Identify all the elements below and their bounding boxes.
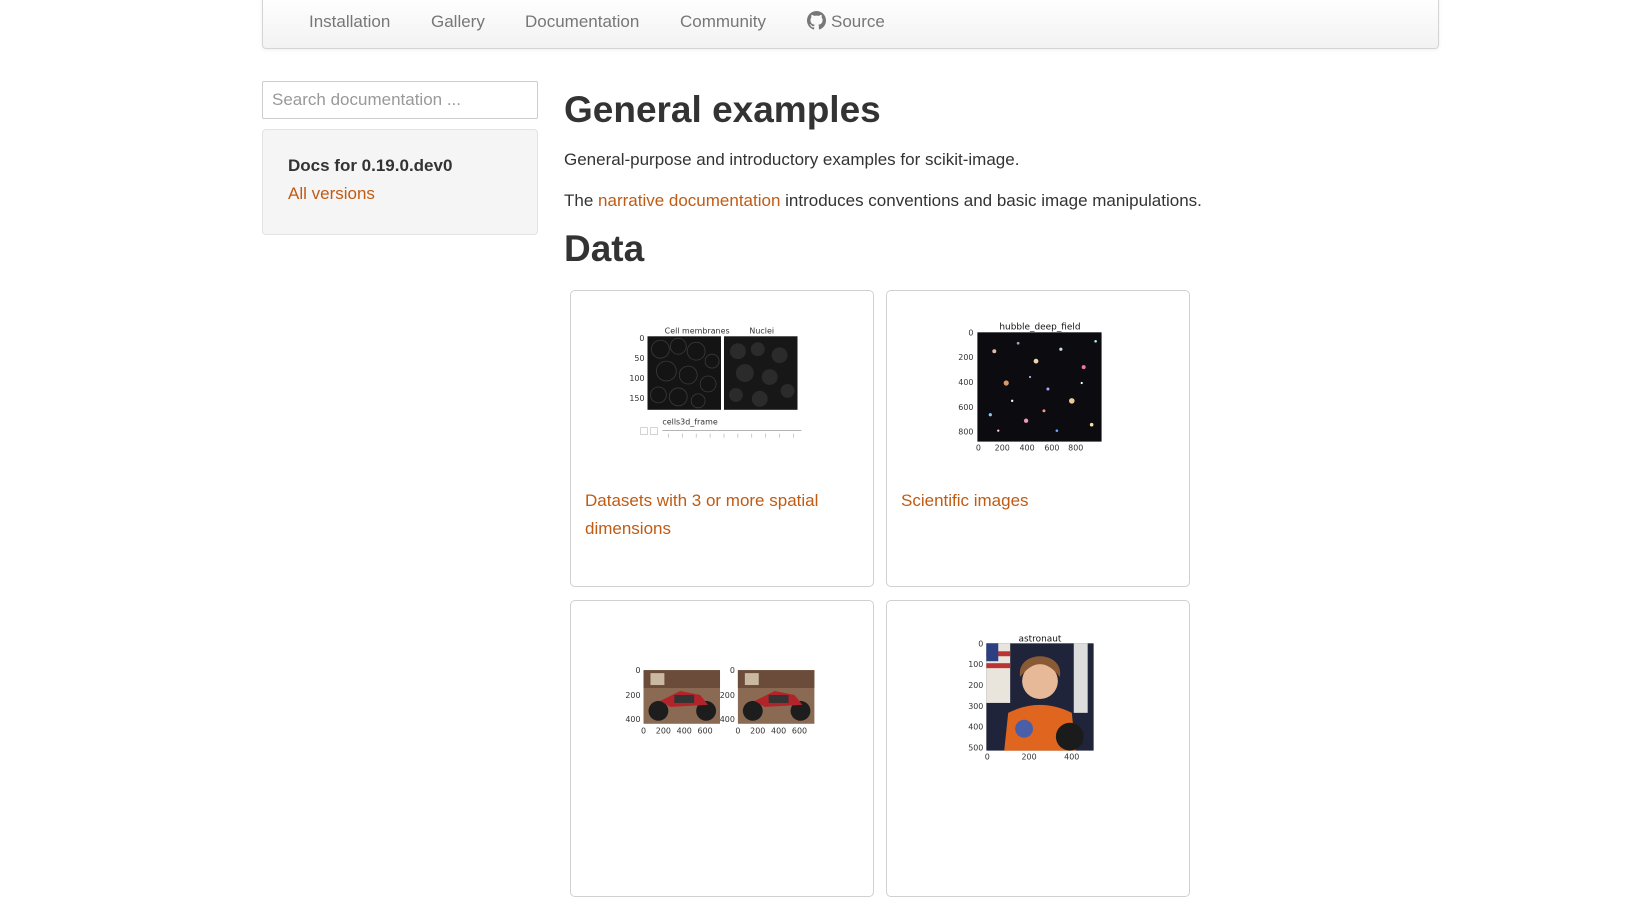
- y-axis-ticks: 0 200 400 600 800: [958, 328, 973, 436]
- x-axis-ticks: 0 200 400: [985, 753, 1080, 762]
- svg-text:600: 600: [698, 727, 713, 736]
- svg-text:800: 800: [958, 428, 973, 437]
- svg-text:400: 400: [677, 727, 692, 736]
- svg-text:0: 0: [641, 727, 646, 736]
- svg-text:400: 400: [771, 727, 786, 736]
- thumb-title: hubble_deep_field: [999, 322, 1080, 332]
- versions-panel: Docs for 0.19.0.dev0 All versions: [262, 129, 538, 235]
- github-icon: [807, 0, 826, 50]
- svg-text:600: 600: [1044, 444, 1059, 453]
- motorcycle-left: [643, 670, 721, 724]
- search-input[interactable]: [262, 81, 538, 119]
- svg-text:400: 400: [958, 378, 973, 387]
- svg-text:150: 150: [629, 394, 644, 403]
- gallery-card[interactable]: astronaut 0 100 200 300 400 500 0 200 40…: [886, 600, 1190, 897]
- svg-text:600: 600: [792, 727, 807, 736]
- section-heading-data: Data: [564, 228, 645, 269]
- svg-text:100: 100: [629, 374, 644, 383]
- svg-text:400: 400: [1019, 444, 1034, 453]
- docs-version-label: Docs for 0.19.0.dev0: [288, 156, 453, 175]
- thumb-subtitle: Cell membranes: [665, 326, 730, 335]
- slider-label: cells3d_frame: [662, 418, 718, 427]
- thumb-subtitle: Nuclei: [749, 326, 774, 335]
- thumbnail-3d-datasets[interactable]: Cell membranes Nuclei 0 50 100 150 cells3d…: [571, 291, 873, 471]
- gallery-card[interactable]: 0 200 400 0 200 400 0 200 400 600 0 200 …: [570, 600, 874, 897]
- svg-text:0: 0: [735, 727, 740, 736]
- svg-text:0: 0: [978, 639, 983, 648]
- nav-documentation[interactable]: Documentation: [525, 0, 639, 47]
- svg-text:800: 800: [1068, 444, 1083, 453]
- svg-text:100: 100: [968, 660, 983, 669]
- svg-text:200: 200: [625, 691, 640, 700]
- thumbnail-astronaut[interactable]: astronaut 0 100 200 300 400 500 0 200 40…: [887, 601, 1189, 781]
- para-prefix: The: [564, 191, 599, 210]
- svg-text:200: 200: [968, 681, 983, 690]
- svg-text:0: 0: [985, 753, 990, 762]
- svg-text:600: 600: [958, 403, 973, 412]
- y-axis-ticks: 0 100 200 300 400 500: [968, 639, 983, 752]
- svg-text:400: 400: [720, 715, 735, 724]
- svg-text:400: 400: [968, 723, 983, 732]
- nav-community[interactable]: Community: [680, 0, 766, 47]
- thumbnail-hubble-deep-field[interactable]: hubble_deep_field 0 200 400 600 800 0 20…: [887, 291, 1189, 471]
- thumbnail-motorcycle[interactable]: 0 200 400 0 200 400 0 200 400 600 0 200 …: [571, 601, 873, 781]
- narrative-docs-link[interactable]: narrative documentation: [598, 191, 780, 210]
- nav-gallery[interactable]: Gallery: [431, 0, 485, 47]
- svg-text:50: 50: [634, 354, 644, 363]
- x-axis-ticks: 0 200 400 600 0 200 400 600: [641, 727, 807, 736]
- svg-text:200: 200: [750, 727, 765, 736]
- nav-installation[interactable]: Installation: [309, 0, 390, 47]
- page-title: General examples: [564, 89, 881, 130]
- svg-text:200: 200: [656, 727, 671, 736]
- svg-text:200: 200: [995, 444, 1010, 453]
- para-suffix: introduces conventions and basic image m…: [780, 191, 1202, 210]
- svg-text:500: 500: [968, 744, 983, 753]
- gallery-card-link[interactable]: Scientific images: [901, 487, 1171, 515]
- gallery-card[interactable]: Cell membranes Nuclei 0 50 100 150 cells3d…: [570, 290, 874, 587]
- svg-text:400: 400: [1064, 753, 1079, 762]
- x-axis-ticks: 0 200 400 600 800: [976, 444, 1083, 453]
- motorcycle-right: [737, 670, 815, 724]
- top-navbar: Installation Gallery Documentation Commu…: [262, 0, 1439, 49]
- narrative-paragraph: The narrative documentation introduces c…: [564, 191, 1202, 211]
- all-versions-link[interactable]: All versions: [288, 184, 375, 204]
- svg-text:200: 200: [1021, 753, 1036, 762]
- intro-text: General-purpose and introductory example…: [564, 150, 1020, 169]
- svg-text:0: 0: [639, 334, 644, 343]
- svg-text:0: 0: [976, 444, 981, 453]
- svg-text:200: 200: [958, 353, 973, 362]
- svg-text:200: 200: [720, 691, 735, 700]
- svg-text:0: 0: [730, 666, 735, 675]
- svg-text:0: 0: [968, 328, 973, 337]
- nav-source-label: Source: [831, 12, 885, 31]
- gallery-card[interactable]: hubble_deep_field 0 200 400 600 800 0 20…: [886, 290, 1190, 587]
- svg-text:300: 300: [968, 702, 983, 711]
- gallery-card-link[interactable]: Datasets with 3 or more spatial dimensio…: [585, 487, 855, 543]
- svg-text:400: 400: [625, 715, 640, 724]
- thumb-title: astronaut: [1019, 634, 1062, 644]
- svg-text:0: 0: [635, 666, 640, 675]
- nav-source[interactable]: Source: [807, 0, 885, 47]
